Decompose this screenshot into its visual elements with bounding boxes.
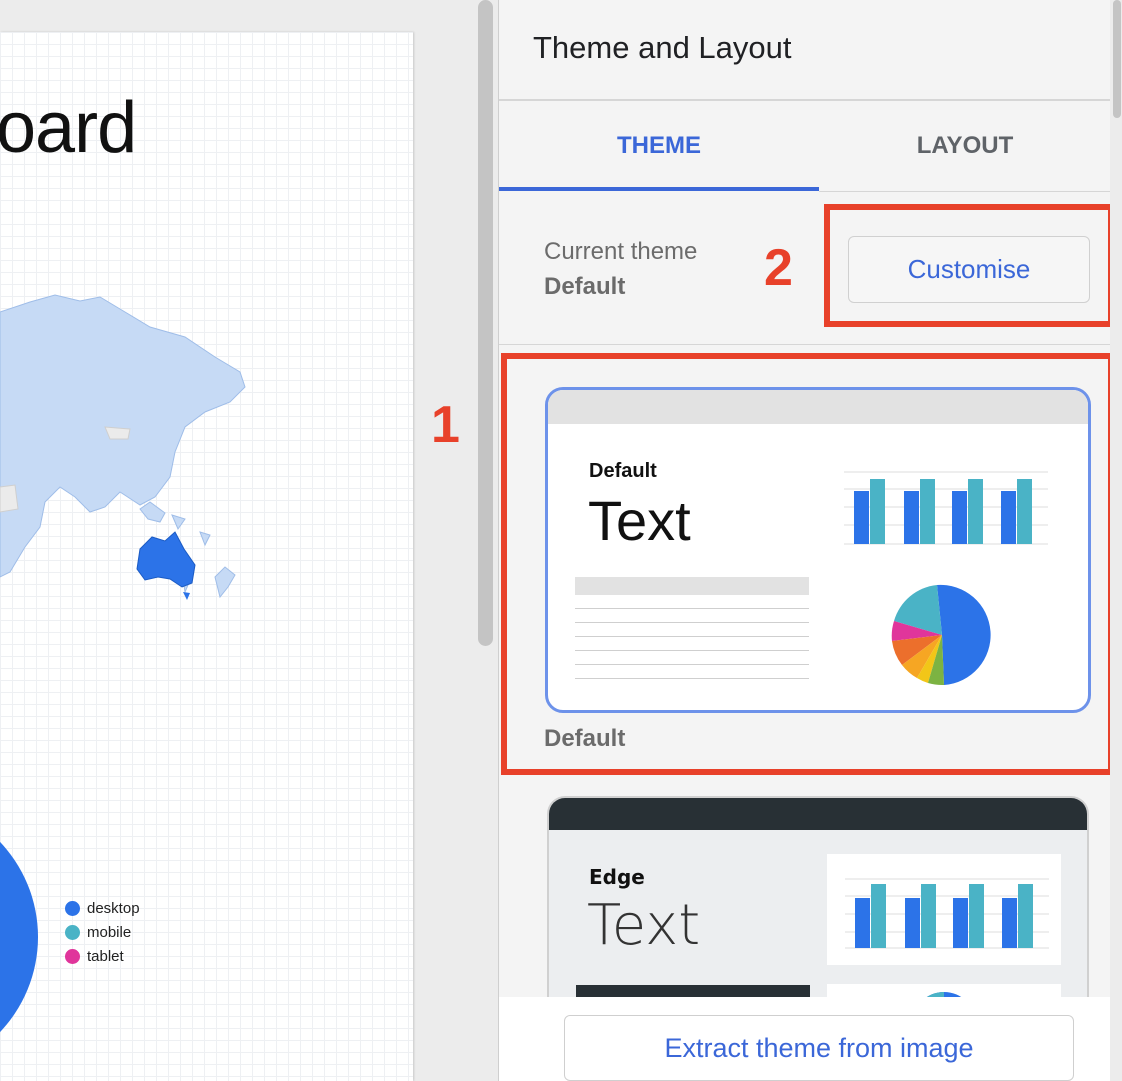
annotation-number-1: 1 [431,396,460,454]
sample-table-row [575,622,809,623]
divider [819,191,1111,192]
active-tab-indicator [499,187,819,191]
legend-label: tablet [87,948,124,965]
sample-table-row [575,608,809,609]
card-theme-name: Edge [589,865,645,889]
sample-table-header [575,577,809,595]
divider [499,344,1111,345]
legend-dot-icon [65,949,80,964]
panel-title: Theme and Layout [533,30,792,65]
annotation-number-2: 2 [764,239,793,297]
current-theme-label: Current theme [544,238,698,265]
legend-item: desktop [65,900,140,917]
theme-card-edge[interactable]: Edge Text [547,796,1089,1026]
panel-scrollbar-track[interactable] [1110,0,1122,1081]
canvas-scrollbar-thumb[interactable] [478,0,493,646]
report-title[interactable]: oard [0,87,137,169]
card-theme-name: Default [589,460,657,482]
customise-button[interactable]: Customise [848,236,1090,303]
legend-label: mobile [87,924,132,941]
theme-card-default[interactable]: Default Text [545,387,1091,713]
current-theme-value: Default [544,273,626,300]
sample-table-row [575,650,809,651]
pie-legend: desktop mobile tablet [65,900,140,965]
sample-table-row [575,664,809,665]
device-pie-chart[interactable] [0,812,60,1072]
card-sample-text: Text [587,893,701,958]
divider [499,99,1111,101]
report-canvas: oard desktop mobile tablet [0,0,480,1081]
card-sample-text: Text [588,489,691,552]
tab-theme[interactable]: THEME [499,132,819,160]
legend-label: desktop [87,900,140,917]
extract-theme-button[interactable]: Extract theme from image [564,1015,1074,1081]
sample-bar-chart [845,878,1049,949]
legend-dot-icon [65,901,80,916]
legend-dot-icon [65,925,80,940]
australia-shape [136,531,196,588]
report-page[interactable]: oard desktop mobile tablet [0,32,413,1081]
sample-table-row [575,636,809,637]
card-header [548,390,1088,424]
tab-layout[interactable]: LAYOUT [819,132,1111,160]
sample-table-row [575,678,809,679]
sample-bar-chart [844,471,1048,545]
panel-scrollbar-thumb[interactable] [1113,0,1121,118]
theme-caption-default: Default [544,725,626,752]
card-header [549,798,1087,830]
theme-layout-panel: Theme and Layout THEME LAYOUT Current th… [498,0,1114,1081]
world-map[interactable] [0,287,260,627]
legend-item: mobile [65,924,140,941]
legend-item: tablet [65,948,140,965]
sample-pie-chart [891,584,991,686]
